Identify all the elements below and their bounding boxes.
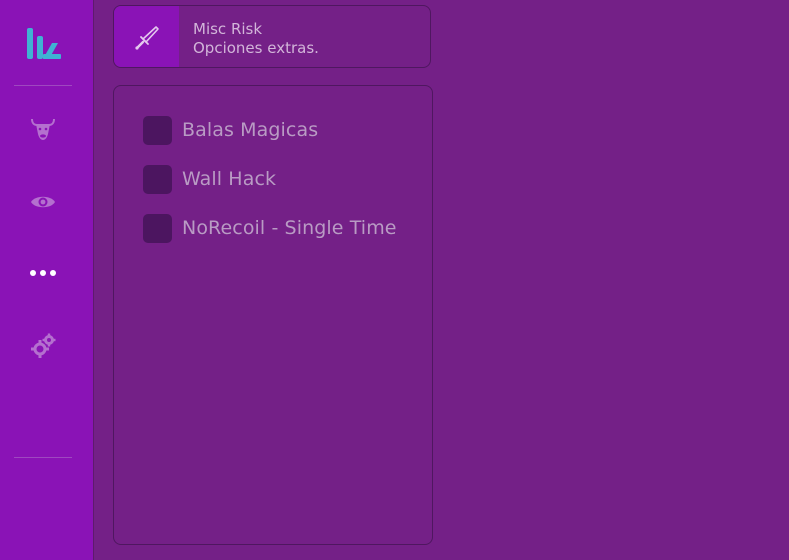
option-wall-hack[interactable]: Wall Hack xyxy=(143,164,276,194)
sidebar-divider-top xyxy=(14,85,72,86)
app-window: Misc Risk Opciones extras. Balas Magicas… xyxy=(0,0,789,560)
option-balas-magicas[interactable]: Balas Magicas xyxy=(143,115,318,145)
gears-icon xyxy=(31,333,56,358)
option-label: Balas Magicas xyxy=(182,119,319,141)
sidebar-item-misc[interactable] xyxy=(26,256,60,290)
section-title: Misc Risk xyxy=(193,20,263,38)
option-label: Wall Hack xyxy=(182,168,277,190)
checkbox[interactable] xyxy=(143,213,172,243)
sidebar-item-visuals[interactable] xyxy=(26,185,60,219)
more-dots-icon xyxy=(30,270,56,276)
sidebar-divider-bottom xyxy=(14,457,72,458)
option-label: NoRecoil - Single Time xyxy=(182,217,397,239)
sidebar-item-settings[interactable] xyxy=(26,329,60,363)
sidebar xyxy=(0,0,94,560)
section-header: Misc Risk Opciones extras. xyxy=(113,5,431,68)
options-panel: Balas Magicas Wall Hack NoRecoil - Singl… xyxy=(113,85,433,545)
sword-icon xyxy=(134,25,159,50)
logo-icon xyxy=(26,25,62,61)
checkbox[interactable] xyxy=(143,164,172,194)
checkbox[interactable] xyxy=(143,115,172,145)
option-norecoil[interactable]: NoRecoil - Single Time xyxy=(143,213,397,243)
sidebar-item-bull[interactable] xyxy=(26,110,60,144)
eye-icon xyxy=(31,196,55,208)
section-subtitle: Opciones extras. xyxy=(193,39,319,57)
section-icon-box xyxy=(114,6,179,67)
bull-icon xyxy=(31,119,55,140)
